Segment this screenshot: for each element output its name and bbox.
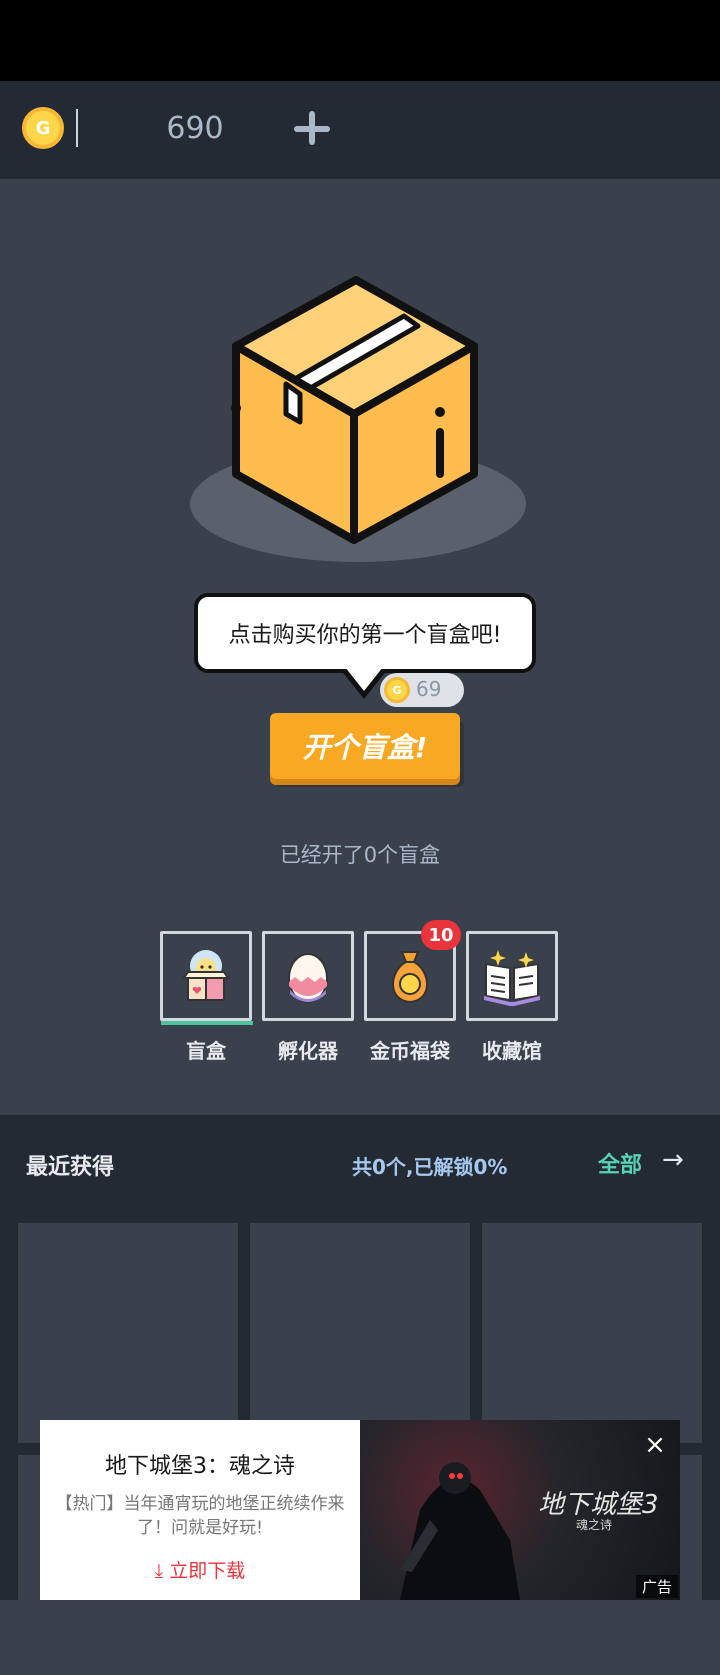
- tab-frame: [466, 931, 558, 1021]
- item-slot[interactable]: [18, 1223, 238, 1443]
- ad-description: 【热门】当年通宵玩的地堡正统续作来了！问就是好玩!: [55, 1494, 345, 1538]
- item-slot[interactable]: [250, 1223, 470, 1443]
- status-bar: [0, 0, 720, 81]
- tab-collection[interactable]: 收藏馆: [466, 931, 558, 1064]
- game-logo-subtitle: 魂之诗: [576, 1518, 613, 1532]
- speech-bubble-tail-fill: [345, 667, 383, 691]
- prompt-text: 点击购买你的第一个盲盒吧!: [228, 623, 502, 648]
- tab-frame: [262, 931, 354, 1021]
- price-value: 69: [416, 677, 442, 701]
- tab-frame: 10: [364, 920, 461, 1021]
- arrow-right-icon[interactable]: →: [662, 1145, 684, 1175]
- blind-box-icon: [182, 950, 230, 1001]
- coin-icon: G: [22, 107, 64, 149]
- view-all-link[interactable]: 全部: [598, 1147, 642, 1179]
- tab-frame: [160, 931, 253, 1025]
- egg-icon: [288, 953, 328, 1003]
- ad-text-panel[interactable]: 地下城堡3：魂之诗 【热门】当年通宵玩的地堡正统续作来了！问就是好玩! ⤓ 立即…: [40, 1420, 360, 1600]
- item-slot[interactable]: [482, 1223, 702, 1443]
- box-illustration: [190, 276, 526, 562]
- coin-bar: G 690: [0, 81, 720, 179]
- coin-divider: [76, 109, 78, 147]
- notification-badge: 10: [421, 920, 461, 950]
- blind-box-panel: 点击购买你的第一个盲盒吧! G 69 开个盲盒! 已经开了0个盲盒 盲盒 孵化器…: [0, 179, 720, 1115]
- book-icon: [484, 950, 540, 1006]
- close-icon[interactable]: ×: [640, 1430, 670, 1460]
- feature-tabs: 盲盒 孵化器 10 金币福袋 收藏馆: [160, 920, 560, 1081]
- open-box-button[interactable]: 开个盲盒!: [270, 713, 460, 779]
- tab-coin-bag[interactable]: 10 金币福袋: [364, 920, 461, 1064]
- recent-stats: 共0个,已解锁0%: [352, 1155, 508, 1179]
- add-coins-button[interactable]: [292, 109, 332, 149]
- tab-label: 盲盒: [186, 1039, 226, 1063]
- tab-incubator[interactable]: 孵化器: [262, 931, 354, 1064]
- opened-count-text: 已经开了0个盲盒: [279, 843, 441, 867]
- ad-download-button[interactable]: ⤓ 立即下载: [40, 1556, 360, 1583]
- speech-bubble: 点击购买你的第一个盲盒吧!: [194, 593, 536, 673]
- ad-label: 广告: [635, 1575, 678, 1598]
- tab-blind-box[interactable]: 盲盒: [160, 931, 253, 1064]
- active-tab-indicator: [161, 1021, 253, 1025]
- coin-balance: 690: [166, 111, 224, 146]
- coin-icon: G: [384, 677, 410, 703]
- ad-banner[interactable]: 地下城堡3：魂之诗 【热门】当年通宵玩的地堡正统续作来了！问就是好玩! ⤓ 立即…: [40, 1420, 680, 1600]
- ad-title: 地下城堡3：魂之诗: [105, 1454, 295, 1479]
- ad-image[interactable]: 地下城堡3 魂之诗 × 广告: [360, 1420, 680, 1600]
- tab-label: 金币福袋: [370, 1039, 450, 1063]
- coin-bag-icon: [392, 951, 428, 1004]
- recent-title: 最近获得: [26, 1155, 115, 1180]
- tab-label: 收藏馆: [482, 1039, 542, 1063]
- price-tag: G 69: [380, 673, 464, 707]
- tab-label: 孵化器: [278, 1039, 338, 1063]
